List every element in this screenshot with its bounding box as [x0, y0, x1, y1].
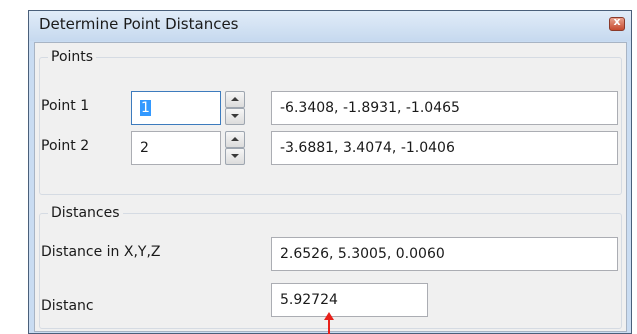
point2-index-field[interactable]: 2 — [131, 131, 221, 165]
distance-field[interactable]: 5.92724 — [271, 283, 428, 317]
point1-index-value: 1 — [140, 100, 151, 116]
determine-point-distances-dialog: Determine Point Distances x Points Point… — [28, 10, 632, 334]
point1-spinner — [225, 91, 245, 125]
point2-coords-field[interactable]: -3.6881, 3.4074, -1.0406 — [271, 131, 618, 165]
point1-spin-up-button[interactable] — [225, 91, 245, 108]
chevron-up-icon — [231, 97, 239, 101]
close-button[interactable]: x — [609, 15, 625, 31]
points-group-legend: Points — [51, 49, 94, 65]
point1-index-field[interactable]: 1 — [131, 91, 221, 125]
window-title: Determine Point Distances — [39, 15, 239, 33]
close-icon: x — [613, 15, 621, 28]
point2-label: Point 2 — [41, 138, 90, 154]
point1-label: Point 1 — [41, 98, 90, 114]
dialog-client-area: Points Point 1 1 -6.3408, -1.8931, -1.04… — [34, 42, 627, 332]
distances-group-legend: Distances — [51, 205, 120, 221]
point1-spin-down-button[interactable] — [225, 108, 245, 125]
point2-spinner — [225, 131, 245, 165]
annotation-arrow-icon — [324, 312, 334, 334]
chevron-down-icon — [231, 114, 239, 118]
point2-spin-down-button[interactable] — [225, 148, 245, 165]
distance-xyz-field[interactable]: 2.6526, 5.3005, 0.0060 — [271, 237, 618, 271]
chevron-down-icon — [231, 154, 239, 158]
point1-coords-field[interactable]: -6.3408, -1.8931, -1.0465 — [271, 91, 618, 125]
point2-spin-up-button[interactable] — [225, 131, 245, 148]
chevron-up-icon — [231, 137, 239, 141]
distance-xyz-label: Distance in X,Y,Z — [41, 244, 161, 260]
distance-label: Distanc — [41, 298, 94, 314]
title-bar[interactable]: Determine Point Distances x — [29, 11, 631, 41]
